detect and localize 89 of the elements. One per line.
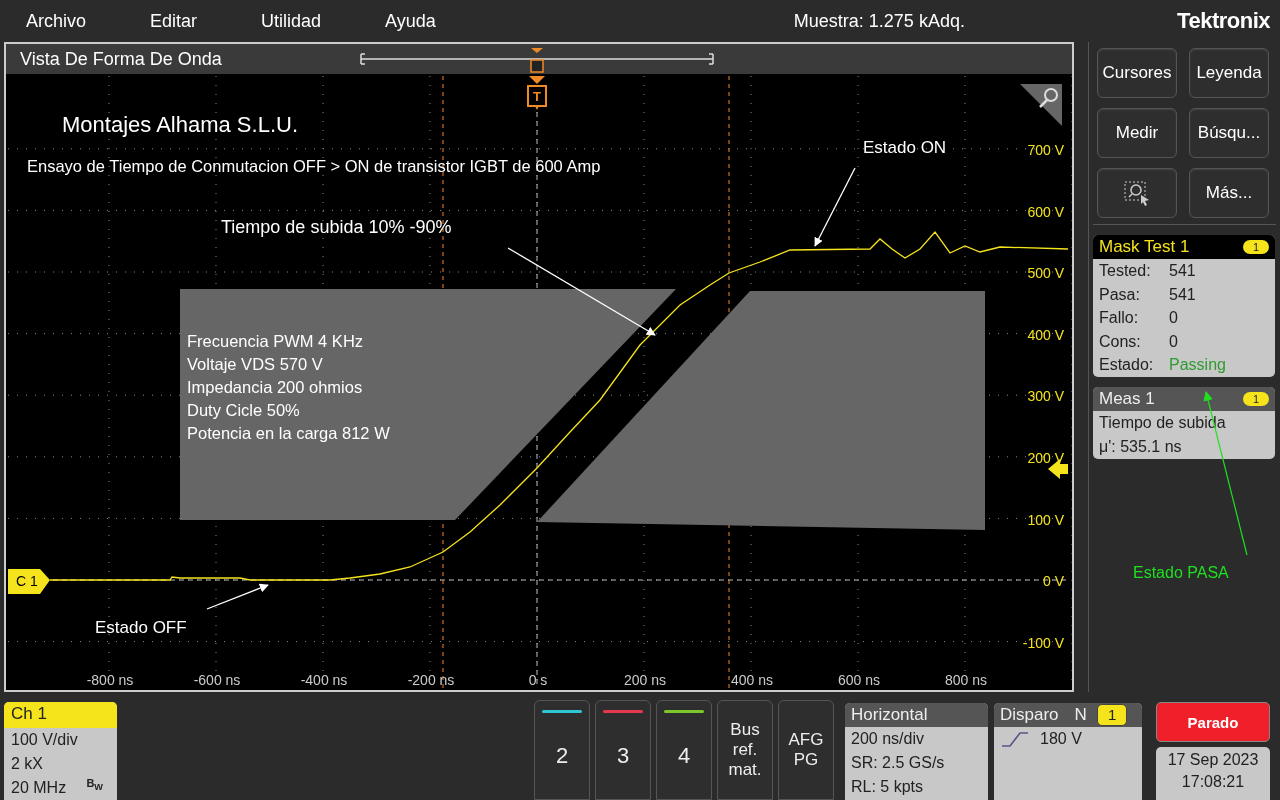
channel-setting: 100 V/div (11, 730, 78, 750)
side-button[interactable]: Búsqu... (1189, 108, 1269, 158)
side-button[interactable]: Cursores (1097, 48, 1177, 98)
settings-line: Duty Cicle 50% (187, 401, 300, 419)
test-description: Ensayo de Tiempo de Conmutacion OFF > ON de transistor IGBT de 600 Amp (27, 157, 601, 175)
channel-setting: 20 MHz (11, 778, 67, 798)
annotation-label: Estado OFF (95, 618, 187, 637)
axis-label: 800 ns (945, 672, 987, 688)
side-button[interactable]: Medir (1097, 108, 1177, 158)
axis-label: 500 V (1027, 265, 1064, 282)
company-title: Montajes Alhama S.L.U. (62, 112, 298, 137)
annotation-label: Estado ON (863, 138, 947, 157)
panel-title: Vista De Forma De Onda (20, 48, 223, 70)
brand-logo: Tektronix (1177, 8, 1270, 34)
field-label: Fallo: (1099, 308, 1140, 328)
card-title: Horizontal (845, 703, 988, 727)
channel-button[interactable]: 3 (595, 700, 651, 800)
count-badge: 1 (1242, 391, 1269, 406)
axis-label: 700 V (1027, 142, 1064, 158)
field-value: 0 (1169, 331, 1178, 352)
axis-label: -600 ns (193, 672, 241, 688)
axis-label: 300 V (1027, 388, 1064, 405)
axis-label: -400 ns (300, 672, 348, 688)
field-label: Estado: (1099, 355, 1155, 375)
axis-label: 400 ns (731, 672, 773, 688)
annotation-arrow (206, 583, 269, 610)
card-title: Mask Test 1 (1099, 237, 1190, 257)
mask-test-card[interactable]: Mask Test 1 1 Tested: 541 Pasa: 541 Fallo: 0 Cons: 0 Estado: Passing (1093, 235, 1275, 377)
axis-label: 600 ns (838, 672, 880, 688)
settings-line: Impedancia 200 ohmios (187, 378, 363, 396)
measurement-value: μ': 535.1 ns (1098, 436, 1183, 457)
menu-item[interactable]: Editar (150, 10, 198, 32)
field-value: 0 (1169, 308, 1178, 328)
trigger-level: 180 V (1040, 729, 1082, 749)
menu-item[interactable]: Archivo (26, 10, 87, 32)
settings-line: Voltaje VDS 570 V (187, 355, 323, 373)
horizontal-setting: RL: 5 kpts (850, 777, 925, 797)
tool-button[interactable]: AFG PG (778, 700, 834, 800)
axis-label: -100 V (1022, 634, 1064, 651)
horizontal-setting: SR: 2.5 GS/s (850, 753, 946, 773)
annotation-label: Estado PASA (1133, 564, 1229, 581)
count-badge: 1 (1096, 704, 1128, 726)
count-badge: 1 (1242, 240, 1269, 254)
acquisition-count: Muestra: 1.275 kAdq. (793, 10, 965, 32)
channel-button[interactable]: 4 (656, 700, 712, 800)
date-label: 17 Sep 2023 (1167, 750, 1259, 770)
card-title: Meas 1 (1099, 388, 1155, 409)
card-title: Disparo (1000, 705, 1059, 725)
settings-line: Frecuencia PWM 4 KHz (187, 332, 364, 350)
tool-button[interactable]: Bus ref. mat. (717, 700, 773, 800)
channel-marker[interactable] (8, 569, 50, 594)
channel-card[interactable]: Ch 1 100 V/div 2 kX 20 MHz B$_{W}$ (4, 702, 117, 800)
settings-line: Potencia en la carga 812 W (187, 424, 390, 442)
channel-button[interactable]: 2 (534, 700, 590, 800)
zoom-select-icon (1123, 179, 1151, 207)
rising-edge-icon (1000, 729, 1030, 749)
field-value: Passing (1169, 355, 1226, 375)
axis-label: 0 V (1043, 573, 1064, 590)
side-button[interactable]: Más... (1189, 168, 1269, 218)
axis-label: 0 s (528, 672, 548, 688)
trigger-card[interactable]: Disparo N 1 180 V (994, 703, 1142, 800)
bandwidth-limit-label: B$_{W}$ (86, 776, 103, 792)
time-label: 17:08:21 (1181, 772, 1245, 792)
field-label: Pasa: (1099, 284, 1141, 305)
trigger-mode: N (1074, 705, 1087, 725)
zoom-corner-icon[interactable] (1020, 84, 1062, 126)
annotation-label: Tiempo de subida 10% -90% (221, 217, 452, 237)
channel-title: Ch 1 (4, 702, 117, 728)
trigger-label: T (533, 89, 541, 104)
side-button[interactable] (1097, 168, 1177, 218)
axis-label: 100 V (1027, 511, 1064, 528)
horizontal-card[interactable]: Horizontal 200 ns/div SR: 2.5 GS/s RL: 5 kpts (845, 703, 988, 800)
field-value: 541 (1169, 284, 1196, 305)
channel-marker-label: C 1 (16, 573, 38, 589)
horizontal-setting: 200 ns/div (850, 729, 925, 749)
field-value: 541 (1169, 261, 1196, 281)
menu-item[interactable]: Ayuda (385, 10, 436, 32)
channel-setting: 2 kX (11, 754, 43, 774)
axis-label: 400 V (1027, 326, 1064, 343)
axis-label: 200 ns (624, 672, 666, 688)
field-label: Cons: (1099, 331, 1142, 352)
menu-item[interactable]: Utilidad (261, 10, 322, 32)
axis-label: -800 ns (86, 672, 134, 688)
side-button[interactable]: Leyenda (1189, 48, 1269, 98)
run-stop-button[interactable]: Parado (1156, 702, 1270, 742)
axis-label: 600 V (1027, 203, 1064, 220)
axis-label: -200 ns (407, 672, 455, 688)
field-label: Tested: (1099, 261, 1152, 281)
trigger-position-marker[interactable] (527, 76, 547, 110)
